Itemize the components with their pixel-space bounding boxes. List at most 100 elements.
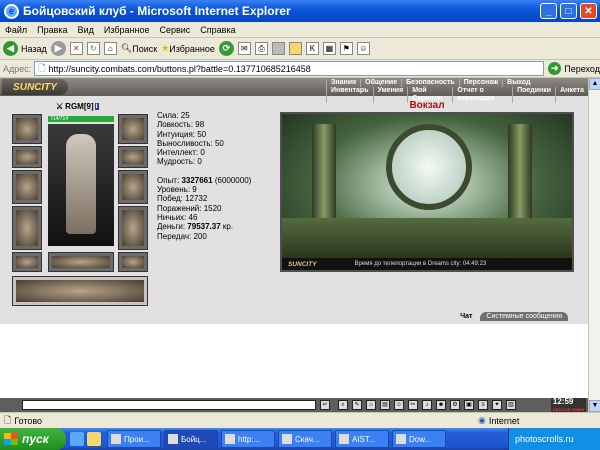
maximize-button[interactable]: □ [560, 3, 577, 19]
character-stats: Сила: 25 Ловкость: 98 Интуиция: 50 Вынос… [157, 111, 251, 241]
task-6[interactable]: Dow... [392, 430, 446, 448]
extension-button-1[interactable]: ▦ [322, 42, 336, 55]
scroll-slots[interactable] [12, 276, 148, 306]
chat-area[interactable] [0, 324, 588, 398]
stat-agility: Ловкость: 98 [157, 120, 205, 130]
edit-button[interactable] [271, 42, 285, 55]
rings-slot[interactable] [118, 146, 148, 168]
task-2[interactable]: Бойц... [164, 430, 218, 448]
menu-bar: Файл Правка Вид Избранное Сервис Справка [0, 22, 600, 38]
stat-experience: Опыт: 3327661 (6000000) [157, 175, 252, 185]
nav-exit[interactable]: Выход [502, 79, 534, 87]
leggings-slot[interactable] [118, 206, 148, 250]
folder-button[interactable] [288, 42, 302, 55]
offhand-slot[interactable] [118, 170, 148, 204]
search-button[interactable]: 🔍︎ Поиск [121, 43, 157, 54]
armor-slot[interactable] [12, 206, 42, 250]
scroll-icon[interactable]: ≡ [478, 400, 488, 410]
nav-knowledge[interactable]: Знания [326, 79, 360, 87]
menu-tools[interactable]: Сервис [154, 25, 195, 35]
game-clock: 12:59 DRAGON TIMES [550, 397, 586, 412]
sound-icon[interactable]: ♪ [422, 400, 432, 410]
task-3[interactable]: http:... [221, 430, 275, 448]
history-button[interactable]: ⟳ [218, 41, 234, 56]
nav-character[interactable]: Персонаж [458, 79, 502, 87]
refresh-button[interactable]: ↻ [86, 42, 100, 55]
image-icon: ▦ [322, 42, 336, 55]
people-icon: ☺ [356, 42, 370, 55]
game-topbar: SUNCITY Знания Общение Безопасность Перс… [0, 78, 588, 103]
gift-icon[interactable]: ✦ [492, 400, 502, 410]
favorites-label: Избранное [169, 43, 215, 54]
character-nick[interactable]: ⚔ RGM [9] i [56, 102, 99, 111]
back-button[interactable]: ◀ Назад [3, 41, 47, 56]
forward-button[interactable]: ▶ [50, 41, 66, 56]
info-icon[interactable]: i [94, 103, 99, 110]
gloves-slot[interactable] [118, 114, 148, 144]
folder-icon [288, 42, 302, 55]
person-icon[interactable]: ☺ [394, 400, 404, 410]
settings-icon[interactable]: ⚙ [450, 400, 460, 410]
ie-quicklaunch-icon[interactable] [70, 432, 84, 446]
k-button[interactable]: K [305, 42, 319, 55]
extension-button-3[interactable]: ☺ [356, 42, 370, 55]
address-input[interactable]: 🗋 http://suncity.combats.com/buttons.pl?… [34, 61, 545, 76]
task-icon [396, 434, 406, 444]
mail-button[interactable]: ✉ [237, 42, 251, 55]
smiley-icon[interactable]: ☻ [436, 400, 446, 410]
tools-icon[interactable]: ✂ [408, 400, 418, 410]
tab-chat[interactable]: Чат [454, 312, 479, 321]
close-button[interactable]: ✕ [580, 3, 597, 19]
ie-icon: e [4, 3, 19, 19]
menu-help[interactable]: Справка [195, 25, 240, 35]
task-4[interactable]: Скач... [278, 430, 332, 448]
favorites-button[interactable]: ★ Избранное [161, 43, 215, 54]
nav-security[interactable]: Безопасность [401, 79, 459, 87]
page-content: SUNCITY Знания Общение Безопасность Перс… [0, 78, 588, 412]
send-icon[interactable]: ↵ [320, 400, 330, 410]
scroll-down-icon[interactable]: ▼ [589, 400, 600, 412]
nav-communication[interactable]: Общение [360, 79, 401, 87]
pocket-slots[interactable] [48, 252, 114, 272]
go-button[interactable]: ➜ Переход [548, 62, 600, 75]
task-5[interactable]: AIST... [335, 430, 389, 448]
print-button[interactable]: ⎙ [254, 42, 268, 55]
browser-toolbar: ◀ Назад ▶ ✕ ↻ ⌂ 🔍︎ Поиск ★ Избранное ⟳ ✉… [0, 38, 600, 60]
extension-button-2[interactable]: ⚑ [339, 42, 353, 55]
address-url: http://suncity.combats.com/buttons.pl?ba… [48, 63, 311, 74]
map-icon[interactable]: ⌂ [366, 400, 376, 410]
chat-input-bar: ↵ ⌕ ✎ ⌂ ▤ ☺ ✂ ♪ ☻ ⚙ ▣ ≡ ✦ ▥ 12:59 DRAGON … [0, 398, 588, 412]
location-scene[interactable]: SUNCITY Время до телепортации в Dreams c… [280, 112, 574, 272]
bracers-slot[interactable] [12, 146, 42, 168]
stat-money: Деньги: 79537.37 кр. [157, 222, 234, 232]
stop-button[interactable]: ✕ [69, 42, 83, 55]
broom-icon[interactable]: ✎ [352, 400, 362, 410]
taskbar: пуск Прои... Бойц... http:... Скач... AI… [0, 428, 600, 450]
belt-slot[interactable] [12, 252, 42, 272]
tab-system-messages[interactable]: Системные сообщения [480, 312, 568, 321]
start-button[interactable]: пуск [0, 428, 66, 450]
minimize-button[interactable]: _ [540, 3, 557, 19]
boots-slot[interactable] [118, 252, 148, 272]
task-1[interactable]: Прои... [107, 430, 161, 448]
book-icon[interactable]: ▥ [506, 400, 516, 410]
home-icon: ⌂ [103, 42, 117, 55]
weapon-slot[interactable] [12, 170, 42, 204]
search-icon: 🔍︎ [120, 43, 133, 53]
save-icon[interactable]: ▤ [380, 400, 390, 410]
menu-edit[interactable]: Правка [32, 25, 72, 35]
menu-file[interactable]: Файл [0, 25, 32, 35]
scroll-up-icon[interactable]: ▲ [589, 78, 600, 90]
explorer-quicklaunch-icon[interactable] [87, 432, 101, 446]
character-level: [9] [83, 102, 94, 111]
chat-input[interactable] [22, 400, 316, 410]
menu-favorites[interactable]: Избранное [99, 25, 155, 35]
teleport-timer: Время до телепортации в Dreams city: 04:… [354, 261, 487, 267]
game-logo: SUNCITY [2, 79, 68, 95]
vertical-scrollbar[interactable]: ▲ ▼ [588, 78, 600, 412]
home-button[interactable]: ⌂ [103, 42, 117, 55]
filter-icon[interactable]: ⌕ [338, 400, 348, 410]
bag-icon[interactable]: ▣ [464, 400, 474, 410]
helmet-slot[interactable] [12, 114, 42, 144]
menu-view[interactable]: Вид [73, 25, 99, 35]
